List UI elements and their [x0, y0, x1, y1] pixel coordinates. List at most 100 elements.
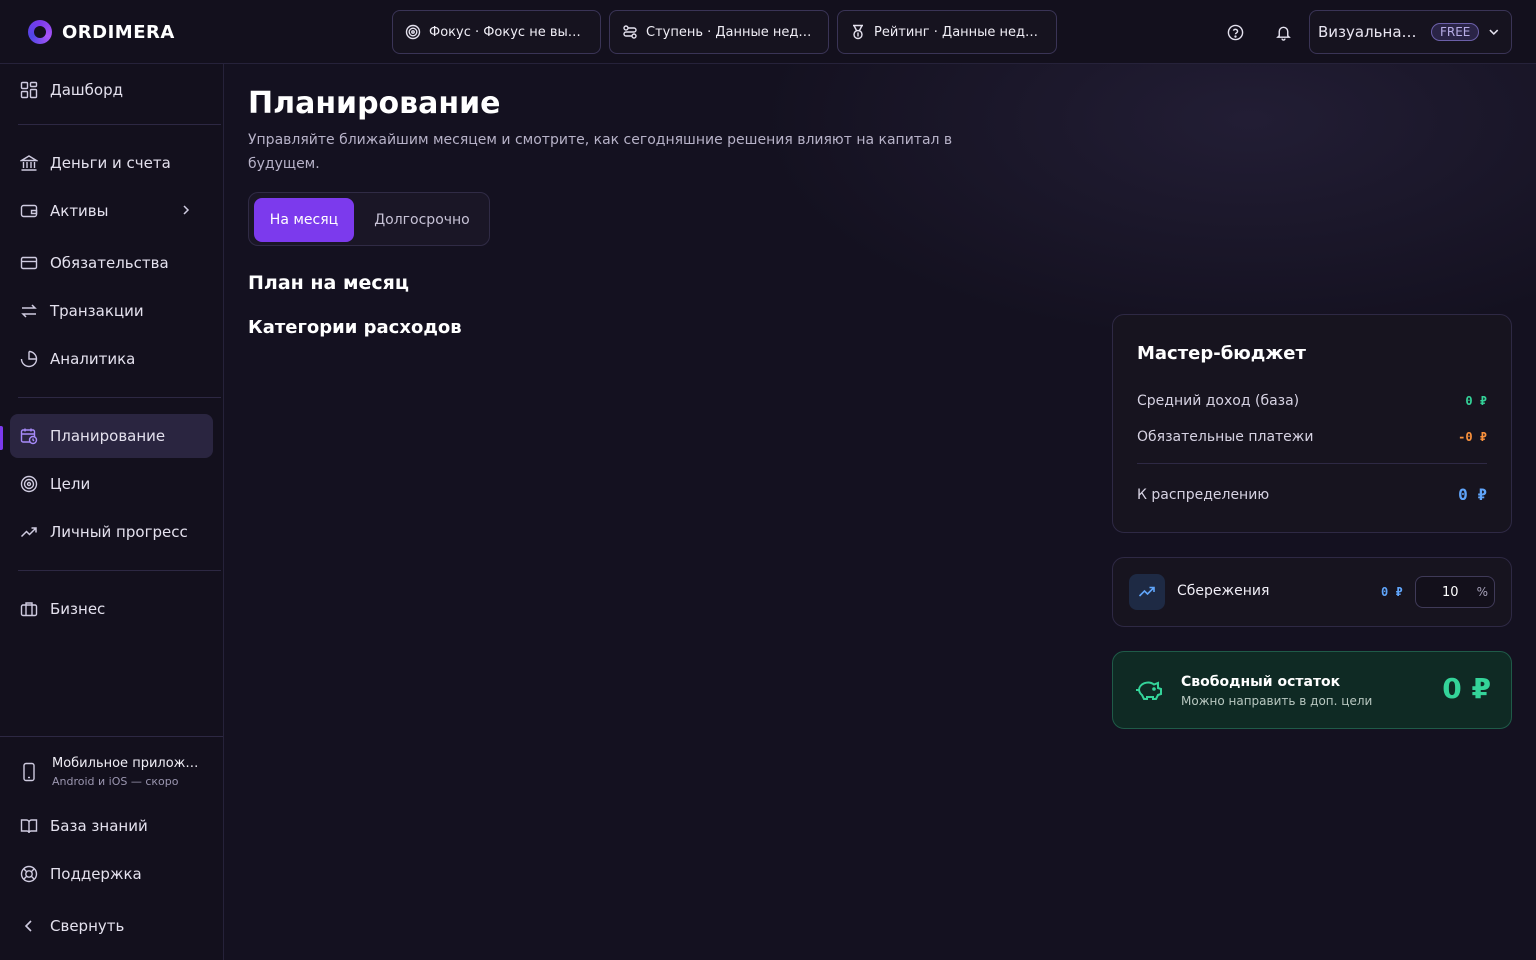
sidebar-item-money[interactable]: Деньги и счета [10, 141, 213, 185]
sidebar-item-knowledge[interactable]: База знаний [10, 804, 213, 848]
sidebar-item-label: Цели [50, 475, 91, 493]
mandatory-label: Обязательные платежи [1137, 429, 1314, 445]
sidebar-item-label: Транзакции [50, 302, 144, 320]
mobile-app-promo[interactable]: Мобильное приложе... Android и iOS — ско… [20, 756, 202, 788]
sidebar-item-transactions[interactable]: Транзакции [10, 289, 213, 333]
arrows-exchange-icon [21, 304, 37, 318]
sidebar-item-business[interactable]: Бизнес [10, 587, 213, 631]
pie-chart-icon [20, 350, 38, 368]
sidebar-item-label: Дашборд [50, 81, 123, 99]
sidebar-divider [18, 397, 221, 398]
sidebar-item-liabilities[interactable]: Обязательства [10, 241, 213, 285]
chevron-right-icon [183, 205, 190, 215]
budget-divider [1137, 463, 1487, 464]
focus-pill-label: Фокус · Фокус не выбран [429, 24, 588, 40]
free-balance-value: 0 ₽ [1442, 672, 1491, 705]
sidebar-divider [18, 124, 221, 125]
sidebar-item-progress[interactable]: Личный прогресс [10, 510, 213, 554]
lifebuoy-icon [20, 865, 38, 883]
mandatory-value: -0 ₽ [1458, 430, 1487, 444]
focus-pill[interactable]: Фокус · Фокус не выбран [392, 10, 601, 54]
sidebar-item-planning[interactable]: Планирование [10, 414, 213, 458]
page-subtitle: Управляйте ближайшим месяцем и смотрите,… [248, 132, 953, 172]
income-label: Средний доход (база) [1137, 393, 1300, 409]
sidebar-item-support[interactable]: Поддержка [10, 852, 213, 896]
active-indicator [0, 426, 3, 450]
account-name: Визуальная ... [1318, 23, 1423, 41]
percent-sign: % [1476, 585, 1488, 599]
sidebar-item-assets[interactable]: Активы [10, 189, 213, 233]
income-row: Средний доход (база) 0 ₽ [1137, 393, 1487, 409]
savings-value: 0 ₽ [1381, 585, 1403, 599]
categories-title: Категории расходов [248, 317, 462, 338]
distribute-value: 0 ₽ [1458, 485, 1487, 504]
sidebar-item-label: Деньги и счета [50, 154, 171, 172]
wallet-icon [20, 204, 38, 218]
sidebar-item-analytics[interactable]: Аналитика [10, 337, 213, 381]
logo-icon [28, 20, 52, 44]
briefcase-icon [20, 602, 38, 617]
sidebar-item-label: Личный прогресс [50, 523, 188, 541]
sidebar-item-goals[interactable]: Цели [10, 462, 213, 506]
master-budget-card: Мастер-бюджет Средний доход (база) 0 ₽ О… [1112, 314, 1512, 533]
section-title: План на месяц [248, 272, 409, 294]
sidebar: Дашборд Деньги и счета Активы Обязательс… [0, 64, 224, 960]
trending-up-icon [20, 527, 37, 538]
logo[interactable]: ORDIMERA [28, 20, 175, 44]
budget-title: Мастер-бюджет [1137, 343, 1306, 364]
chevron-down-icon [1489, 29, 1499, 36]
sidebar-divider [18, 570, 221, 571]
smartphone-icon [23, 762, 35, 782]
brand-name: ORDIMERA [62, 21, 175, 43]
distribute-row: К распределению 0 ₽ [1137, 485, 1487, 504]
sidebar-item-label: Планирование [50, 427, 166, 445]
stage-pill[interactable]: Ступень · Данные недос... [609, 10, 829, 54]
rating-pill[interactable]: Рейтинг · Данные недос... [837, 10, 1057, 54]
book-icon [20, 819, 38, 834]
stairs-icon [623, 25, 637, 39]
sidebar-item-label: Аналитика [50, 350, 136, 368]
free-balance-title: Свободный остаток [1181, 674, 1341, 690]
mandatory-row: Обязательные платежи -0 ₽ [1137, 429, 1487, 445]
savings-percent-value: 10 [1442, 585, 1459, 600]
credit-card-icon [20, 256, 38, 270]
savings-percent-input[interactable]: 10 % [1415, 576, 1495, 608]
piggy-bank-icon [1136, 681, 1162, 700]
page-title: Планирование [248, 86, 501, 121]
period-tabs: На месяц Долгосрочно [248, 192, 490, 246]
sidebar-divider [0, 736, 223, 737]
sidebar-item-dashboard[interactable]: Дашборд [10, 68, 213, 112]
savings-label: Сбережения [1177, 583, 1270, 599]
trending-up-icon [1138, 586, 1155, 597]
sidebar-item-label: Обязательства [50, 254, 169, 272]
sidebar-item-label: База знаний [50, 817, 148, 835]
savings-icon-wrap [1129, 574, 1165, 610]
bell-icon [1275, 26, 1291, 41]
help-icon [1227, 24, 1243, 40]
account-switcher[interactable]: Визуальная ... FREE [1309, 10, 1512, 54]
sidebar-item-label: Бизнес [50, 600, 106, 618]
collapse-sidebar-button[interactable]: Свернуть [10, 904, 213, 948]
tab-long-term[interactable]: Долгосрочно [359, 198, 485, 242]
free-balance-subtitle: Можно направить в доп. цели [1181, 694, 1373, 708]
plan-badge: FREE [1430, 23, 1480, 41]
target-icon [405, 24, 421, 40]
savings-card: Сбережения 0 ₽ 10 % [1112, 557, 1512, 627]
collapse-label: Свернуть [50, 917, 125, 935]
sidebar-item-label: Активы [50, 202, 109, 220]
stage-pill-label: Ступень · Данные недос... [646, 24, 816, 40]
chevron-left-icon [24, 920, 32, 932]
tab-month[interactable]: На месяц [254, 198, 354, 242]
distribute-label: К распределению [1137, 486, 1270, 503]
mobile-app-subtitle: Android и iOS — скоро [52, 775, 179, 788]
top-bar: ORDIMERA Фокус · Фокус не выбран Ступень… [0, 0, 1536, 64]
grid-icon [20, 81, 38, 99]
calendar-clock-icon [20, 428, 38, 445]
help-button[interactable] [1223, 20, 1247, 44]
income-value: 0 ₽ [1465, 394, 1487, 408]
free-balance-card: Свободный остаток Можно направить в доп.… [1112, 651, 1512, 729]
notifications-button[interactable] [1271, 20, 1295, 44]
target-icon [20, 475, 38, 493]
bank-icon [20, 155, 38, 171]
mobile-app-title: Мобильное приложе... [52, 756, 202, 771]
